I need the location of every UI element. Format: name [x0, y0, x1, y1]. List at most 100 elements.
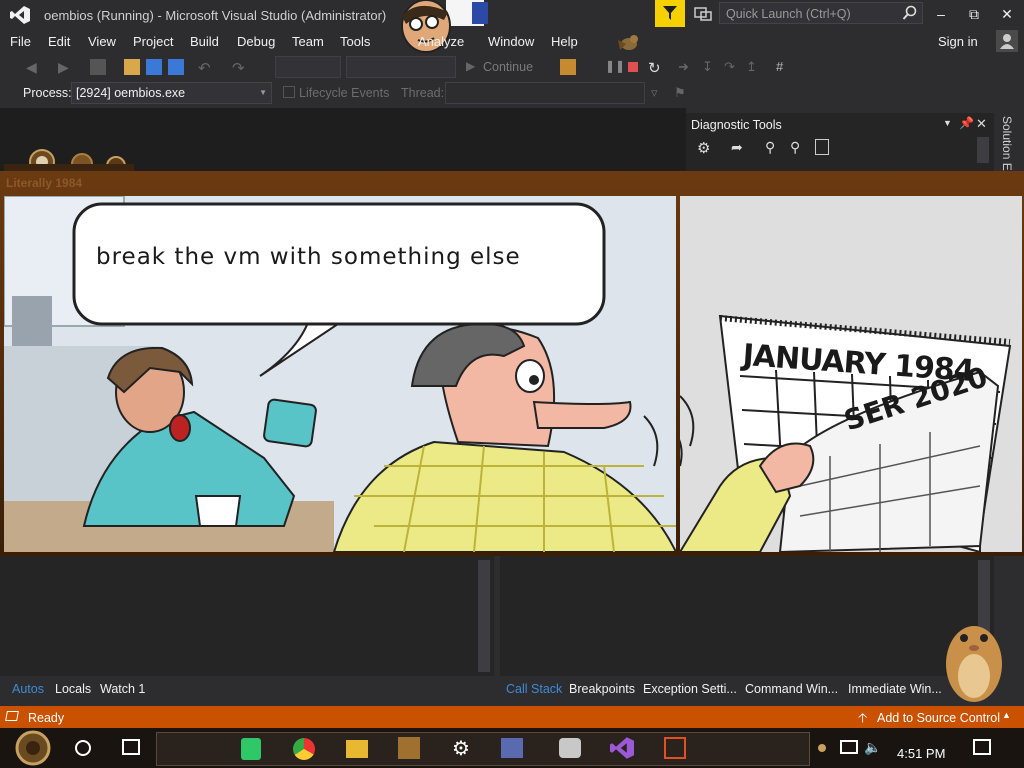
thread-select[interactable] — [445, 82, 645, 104]
settings-gear-icon[interactable]: ⚙ — [452, 736, 470, 761]
feedback-icon[interactable] — [694, 5, 712, 23]
lifecycle-events-button[interactable]: Lifecycle Events — [299, 86, 389, 100]
remote-desktop-icon[interactable] — [501, 738, 523, 758]
show-next-statement-icon[interactable]: ➜ — [678, 59, 694, 75]
solution-platform-select[interactable] — [346, 56, 456, 78]
close-button[interactable]: ✕ — [998, 6, 1016, 22]
maximize-button[interactable]: ⧉ — [965, 6, 983, 22]
hex-display-icon[interactable]: # — [776, 59, 792, 75]
tab-command-window[interactable]: Command Win... — [745, 682, 838, 696]
window-title: oembios (Running) - Microsoft Visual Stu… — [44, 8, 387, 23]
sign-in-link[interactable]: Sign in — [938, 34, 978, 49]
tab-watch-1[interactable]: Watch 1 — [100, 682, 145, 696]
volume-muted-icon[interactable]: 🔈 — [864, 739, 881, 756]
zoom-in-icon[interactable]: ⚲ — [765, 139, 775, 156]
continue-button[interactable]: Continue — [483, 60, 533, 74]
navigate-forward-icon[interactable]: ▶ — [58, 59, 74, 75]
menu-file[interactable]: File — [10, 34, 31, 49]
autos-scrollbar[interactable] — [478, 560, 490, 672]
tray-app-icon[interactable] — [818, 744, 826, 752]
file-explorer-icon[interactable] — [346, 740, 368, 758]
pin-icon[interactable]: 📌 — [959, 116, 974, 130]
account-icon[interactable] — [996, 30, 1018, 52]
process-select[interactable]: [2924] oembios.exe ▼ — [71, 82, 272, 104]
cortana-icon[interactable] — [75, 740, 91, 756]
comic-panel-left: break the vm with something else — [4, 196, 676, 552]
action-center-icon[interactable] — [973, 739, 991, 755]
save-icon[interactable] — [146, 59, 162, 75]
menu-build[interactable]: Build — [190, 34, 219, 49]
visual-studio-logo-icon — [10, 6, 30, 24]
quick-launch-placeholder: Quick Launch (Ctrl+Q) — [726, 7, 851, 21]
task-view-icon[interactable] — [122, 739, 140, 755]
comic-panel-right: JANUARY 1984 SER 2020 — [680, 196, 1022, 552]
chevron-up-icon: ▲ — [1002, 710, 1011, 720]
tab-locals[interactable]: Locals — [55, 682, 91, 696]
menu-analyze[interactable]: Analyze — [418, 34, 464, 49]
gear-icon[interactable]: ⚙ — [697, 139, 710, 157]
filter-icon — [663, 6, 677, 20]
steampunk-gears-image — [4, 149, 134, 174]
add-to-source-control-button[interactable]: Add to Source Control — [877, 711, 1000, 725]
media-app-icon[interactable] — [664, 737, 686, 759]
search-icon[interactable] — [902, 5, 918, 21]
step-into-icon[interactable]: ↧ — [702, 59, 718, 75]
save-all-icon[interactable] — [168, 59, 184, 75]
menu-project[interactable]: Project — [133, 34, 173, 49]
pane-close-icon[interactable]: ✕ — [976, 116, 987, 132]
menu-tools[interactable]: Tools — [340, 34, 370, 49]
tab-autos[interactable]: Autos — [12, 682, 44, 696]
comic-caption: Literally 1984 — [6, 176, 83, 190]
stop-icon[interactable] — [628, 62, 638, 72]
export-icon[interactable]: ➦ — [731, 139, 743, 156]
solution-explorer-tab[interactable]: Solution Ex — [1000, 116, 1014, 177]
menu-edit[interactable]: Edit — [48, 34, 70, 49]
status-bar — [0, 706, 1024, 728]
app-icon[interactable] — [559, 738, 581, 758]
diagnostic-tools-title: Diagnostic Tools — [691, 118, 782, 132]
taskbar-clock[interactable]: 4:51 PM — [897, 746, 945, 761]
quick-launch-input[interactable]: Quick Launch (Ctrl+Q) — [719, 2, 923, 24]
solution-icon[interactable] — [90, 59, 106, 75]
sheets-app-icon[interactable] — [241, 738, 261, 760]
continue-play-icon: ▶ — [466, 59, 476, 73]
call-stack-pane — [500, 556, 994, 676]
filter-threads-icon[interactable]: ▿ — [651, 85, 658, 101]
tab-breakpoints[interactable]: Breakpoints — [569, 682, 635, 696]
start-button-icon[interactable] — [10, 730, 56, 766]
attach-process-icon[interactable] — [560, 59, 576, 75]
zoom-out-icon[interactable]: ⚲ — [790, 139, 800, 156]
tab-call-stack[interactable]: Call Stack — [506, 682, 562, 696]
pane-options-icon[interactable]: ▼ — [943, 118, 952, 128]
menu-debug[interactable]: Debug — [237, 34, 275, 49]
lifecycle-events-icon — [283, 86, 295, 98]
restart-icon[interactable]: ↻ — [648, 59, 664, 77]
network-icon[interactable] — [840, 740, 858, 754]
hamster-sticker-image — [946, 626, 1002, 702]
step-out-icon[interactable]: ↥ — [746, 59, 762, 75]
game-app-icon[interactable] — [398, 737, 420, 759]
flag-threads-icon[interactable]: ⚑ — [674, 85, 686, 101]
pause-icon[interactable]: ❚❚ — [605, 59, 625, 75]
solution-configuration-select[interactable] — [275, 56, 341, 78]
menu-help[interactable]: Help — [551, 34, 578, 49]
redo-icon[interactable]: ↷ — [232, 59, 248, 77]
step-over-icon[interactable]: ↷ — [724, 59, 740, 75]
process-label: Process: — [23, 86, 72, 100]
user-icon — [1000, 34, 1014, 49]
menu-team[interactable]: Team — [292, 34, 324, 49]
vertical-scrollbar[interactable] — [977, 137, 989, 163]
reset-view-icon[interactable] — [815, 139, 829, 155]
tab-exception-settings[interactable]: Exception Setti... — [643, 682, 737, 696]
tab-immediate-window[interactable]: Immediate Win... — [848, 682, 942, 696]
undo-icon[interactable]: ↶ — [198, 59, 214, 77]
menu-view[interactable]: View — [88, 34, 116, 49]
visual-studio-taskbar-icon[interactable] — [610, 737, 634, 759]
open-file-icon[interactable] — [124, 59, 140, 75]
notification-filter-button[interactable] — [655, 0, 685, 27]
minimize-button[interactable]: – — [932, 6, 950, 22]
chrome-icon[interactable] — [293, 738, 315, 760]
navigate-back-icon[interactable]: ◀ — [26, 59, 42, 75]
autos-pane — [0, 556, 494, 676]
menu-window[interactable]: Window — [488, 34, 534, 49]
